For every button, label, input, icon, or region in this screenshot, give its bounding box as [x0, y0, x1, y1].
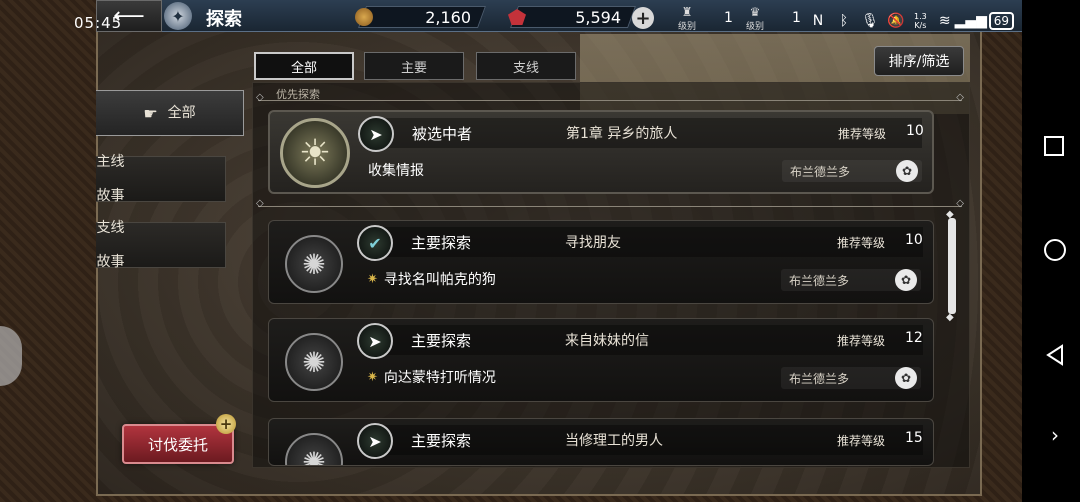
section-divider: [256, 198, 964, 209]
recommended-level-value: 12: [905, 330, 923, 346]
quest-objective: 收集情报: [368, 163, 424, 179]
compass-star-icon: ✺: [285, 433, 343, 465]
recommended-level-label: 推荐等级: [837, 434, 886, 448]
battery-indicator: 69: [988, 12, 1015, 30]
recommended-level-value: 10: [906, 123, 924, 139]
quest-title: 来自妹妹的信: [565, 333, 649, 349]
list-scrollbar[interactable]: [946, 209, 956, 323]
sidebar-item-all[interactable]: ☛ 全部: [96, 90, 244, 136]
sidebar-item-label: 全部: [167, 104, 196, 121]
net-speed: 1.3 K/s: [914, 12, 927, 30]
recommended-level-label: 推荐等级: [838, 127, 887, 141]
back-nav-button[interactable]: [1044, 344, 1066, 366]
signal-icon: ▂▄▆: [954, 13, 987, 29]
sort-filter-button[interactable]: 排序/筛选: [874, 46, 964, 76]
sidebar-item-label: 支线 故事: [96, 219, 125, 270]
quest-card[interactable]: ✺ ➤ 主要探索 来自妹妹的信 推荐等级 12 ✷ 向达蒙特打听情况 布兰德兰多 ✿: [268, 318, 934, 402]
tab-all[interactable]: 全部: [254, 52, 354, 80]
recommended-level-value: 10: [905, 232, 923, 248]
back-triangle-icon: [1046, 344, 1063, 366]
quest-title: 寻找朋友: [565, 235, 621, 251]
compass-star-icon: ✺: [285, 235, 343, 293]
sidebar-item-label: 主线 故事: [96, 153, 125, 204]
plus-badge-icon: +: [216, 414, 236, 434]
quest-arrow-icon: ➤: [358, 116, 394, 152]
quest-card-featured[interactable]: ☀ ➤ 被选中者 第1章 异乡的旅人 推荐等级 10 收集情报 布兰德兰多 ✿: [268, 110, 934, 194]
sidebar-item-main-story[interactable]: 主线 故事: [96, 153, 226, 204]
mic-icon: 🎙: [861, 13, 879, 29]
quest-region: 布兰德兰多 ✿: [781, 367, 921, 389]
region-crest-icon: ✿: [895, 269, 917, 291]
tab-side[interactable]: 支线: [476, 52, 576, 80]
quest-arrow-icon: ➤: [357, 423, 393, 459]
mute-icon: 🔕: [887, 13, 905, 29]
quest-arrow-icon: ➤: [357, 323, 393, 359]
star-icon: ✷: [367, 271, 378, 287]
quest-type: 主要探索: [411, 234, 472, 252]
quest-type: 主要探索: [411, 432, 472, 450]
quest-type: 主要探索: [411, 332, 472, 350]
priority-section-label: 优先探索: [276, 88, 320, 101]
recommended-level-label: 推荐等级: [837, 236, 886, 250]
quest-title: 第1章 异乡的旅人: [566, 126, 678, 142]
recent-apps-button[interactable]: [1044, 136, 1064, 156]
clock: 05:45: [74, 14, 123, 32]
region-crest-icon: ✿: [895, 367, 917, 389]
star-icon: ✷: [367, 369, 378, 385]
quest-region: 布兰德兰多 ✿: [781, 269, 921, 291]
wifi-icon: ≋: [938, 13, 951, 29]
tab-main[interactable]: 主要: [364, 52, 464, 80]
quest-card[interactable]: ✺ ➤ 主要探索 当修理工的男人 推荐等级 15: [268, 418, 934, 466]
home-button[interactable]: [1044, 239, 1066, 261]
quest-card[interactable]: ✺ ✔ 主要探索 寻找朋友 推荐等级 10 ✷ 寻找名叫帕克的狗 布兰德兰多 ✿: [268, 220, 934, 304]
checkmark-icon: ✔: [357, 225, 393, 261]
quest-title: 当修理工的男人: [565, 433, 663, 449]
nfc-icon: N: [812, 13, 824, 29]
status-bar: 05:45 N ᛒ 🎙 🔕 1.3 K/s ≋ ▂▄▆ 69: [0, 0, 1080, 50]
quest-objective: ✷ 向达蒙特打听情况: [367, 369, 496, 387]
sidebar-item-side-story[interactable]: 支线 故事: [96, 219, 226, 270]
quest-objective: ✷ 寻找名叫帕克的狗: [367, 271, 496, 289]
quest-type: 被选中者: [412, 125, 473, 143]
recommended-level-value: 15: [905, 430, 923, 446]
pointing-hand-icon: ☛: [143, 103, 158, 123]
bluetooth-icon: ᛒ: [839, 13, 849, 29]
recommended-level-label: 推荐等级: [837, 334, 886, 348]
expand-chevron-icon[interactable]: ›: [1044, 423, 1066, 447]
compass-star-icon: ✺: [285, 333, 343, 391]
section-divider: [256, 92, 964, 103]
sun-emblem-icon: ☀: [280, 118, 350, 188]
region-crest-icon: ✿: [896, 160, 918, 182]
quest-region: 布兰德兰多 ✿: [782, 160, 922, 182]
